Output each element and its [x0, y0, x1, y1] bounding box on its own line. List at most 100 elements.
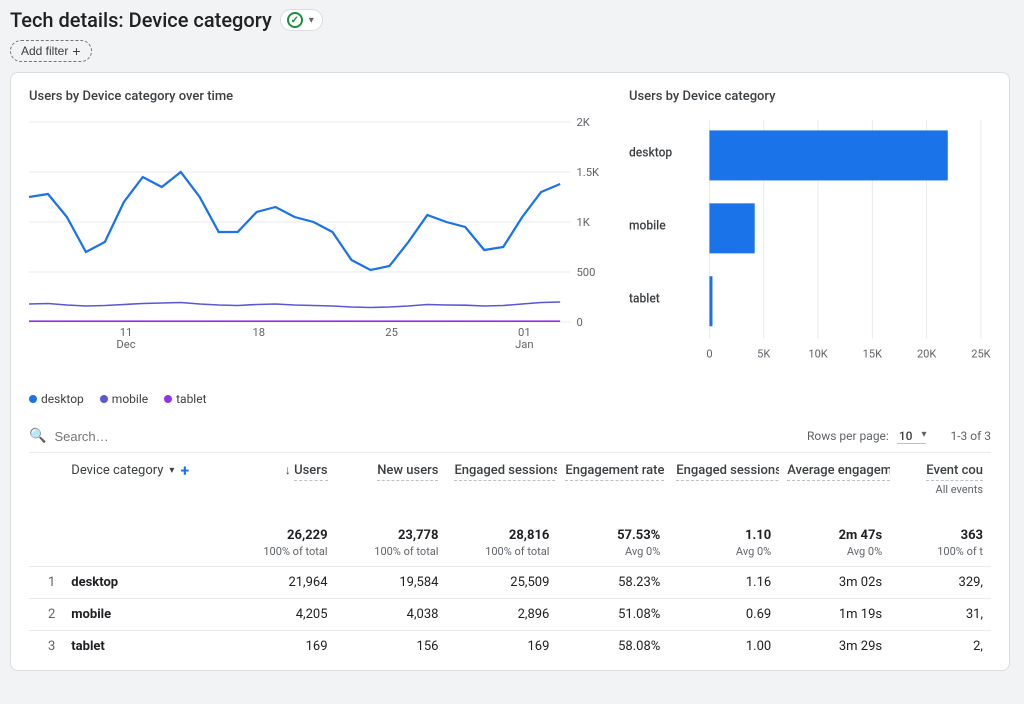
add-filter-label: Add filter [21, 44, 68, 58]
column-header-label: Users [294, 463, 327, 481]
column-header-label: Engaged sessions [454, 463, 557, 481]
total-value: 2m 47s [839, 528, 883, 543]
total-value: 28,816 [509, 528, 550, 543]
cell: 1m 19s [779, 599, 890, 631]
total-sub: 100% of total [233, 545, 328, 558]
page-title: Tech details: Device category [10, 8, 272, 32]
total-sub: 100% of total [344, 545, 439, 558]
dimension-header-label: Device category [71, 463, 163, 478]
report-card: Users by Device category over time 2K 1.… [10, 72, 1010, 671]
legend-label: desktop [41, 392, 84, 406]
cell: 4,038 [336, 599, 447, 631]
x-tick: 25K [971, 347, 991, 360]
table-row[interactable]: 1desktop21,96419,58425,50958.23%1.163m 0… [29, 567, 991, 599]
total-value: 23,778 [398, 528, 439, 543]
bar-category: desktop [629, 145, 672, 159]
pager: 1-3 of 3 [950, 429, 991, 443]
bar [709, 276, 712, 326]
column-header-label: Event cou [926, 463, 983, 481]
cell: 2, [890, 631, 991, 663]
column-header-label: Average engagement time [787, 463, 890, 481]
add-filter-button[interactable]: Add filter + [10, 40, 92, 62]
row-index: 1 [29, 567, 63, 599]
cell: 3m 02s [779, 567, 890, 599]
search-input[interactable] [54, 429, 254, 444]
rows-per-page-label: Rows per page: [807, 429, 889, 443]
x-tick: 20K [917, 347, 937, 360]
y-tick: 1K [576, 216, 589, 229]
dimension-header[interactable]: Device category ▾ + [71, 461, 216, 480]
column-header[interactable]: Engaged sessions per user [668, 453, 779, 504]
y-tick: 500 [576, 266, 595, 279]
swatch-icon [29, 395, 37, 403]
cell: 169 [446, 631, 557, 663]
plus-icon: + [72, 44, 80, 58]
x-tick: 11 [120, 326, 133, 339]
x-tick: 25 [385, 326, 398, 339]
bar-category: mobile [629, 218, 666, 232]
cell: 58.23% [557, 567, 668, 599]
column-header[interactable]: ↓ Users [225, 453, 336, 504]
legend-label: tablet [176, 392, 206, 406]
total-value: 1.10 [745, 528, 771, 543]
status-filter-pill[interactable]: ✓ ▾ [280, 9, 323, 31]
line-chart[interactable]: 2K 1.5K 1K 500 0 11 Dec 18 25 01 Jan [29, 112, 601, 362]
cell: 2,896 [446, 599, 557, 631]
column-header[interactable]: New users [336, 453, 447, 504]
table-row[interactable]: 2mobile4,2054,0382,89651.08%0.691m 19s31… [29, 599, 991, 631]
bar-category: tablet [629, 291, 660, 305]
search-icon: 🔍 [29, 428, 46, 444]
chart-legend: desktop mobile tablet [29, 392, 601, 406]
line-chart-panel: Users by Device category over time 2K 1.… [29, 89, 601, 406]
column-header[interactable]: Event couAll events [890, 453, 991, 504]
cell: 329, [890, 567, 991, 599]
bar-chart[interactable]: desktop mobile tablet 0 5K 10K 15K 20K 2… [629, 120, 991, 370]
cell: 156 [336, 631, 447, 663]
x-tick: 18 [252, 326, 265, 339]
column-header[interactable]: Engagement rate [557, 453, 668, 504]
x-tick: 0 [706, 347, 712, 360]
cell: 58.08% [557, 631, 668, 663]
cell: 0.69 [668, 599, 779, 631]
line-chart-title: Users by Device category over time [29, 89, 601, 104]
bar [709, 203, 754, 253]
rows-per-page-select[interactable]: 10 [897, 429, 927, 444]
cell: 169 [225, 631, 336, 663]
cell: 19,584 [336, 567, 447, 599]
x-tick: 01 [518, 326, 531, 339]
totals-row: 26,229100% of total 23,778100% of total … [29, 504, 991, 567]
table-controls: 🔍 Rows per page: 10 1-3 of 3 [29, 424, 991, 453]
total-sub: Avg 0% [676, 545, 771, 558]
column-header-label: Engaged sessions per user [676, 463, 779, 481]
table-row[interactable]: 3tablet16915616958.08%1.003m 29s2, [29, 631, 991, 663]
bar [709, 130, 947, 180]
cell: 25,509 [446, 567, 557, 599]
total-sub: Avg 0% [787, 545, 882, 558]
column-header[interactable]: Engaged sessions [446, 453, 557, 504]
y-tick: 1.5K [576, 166, 599, 179]
row-index: 2 [29, 599, 63, 631]
column-header-label: Engagement rate [565, 463, 664, 481]
x-tick: 5K [757, 347, 771, 360]
y-tick: 2K [576, 116, 589, 129]
search-wrap: 🔍 [29, 428, 807, 444]
chevron-down-icon: ▾ [169, 465, 174, 476]
cell: 3m 29s [779, 631, 890, 663]
x-tick: 15K [863, 347, 883, 360]
total-sub: Avg 0% [565, 545, 660, 558]
column-header[interactable]: Average engagement time [779, 453, 890, 504]
cell: 1.00 [668, 631, 779, 663]
legend-item: tablet [164, 392, 206, 406]
cell: 1.16 [668, 567, 779, 599]
y-tick: 0 [576, 316, 582, 329]
x-tick: Dec [116, 338, 135, 351]
swatch-icon [100, 395, 108, 403]
bar-chart-panel: Users by Device category desktop mobile … [629, 89, 991, 406]
x-tick: Jan [515, 338, 534, 351]
add-dimension-button[interactable]: + [180, 461, 189, 480]
cell: 21,964 [225, 567, 336, 599]
sort-arrow-icon: ↓ [285, 463, 291, 477]
swatch-icon [164, 395, 172, 403]
total-sub: 100% of total [454, 545, 549, 558]
legend-item: mobile [100, 392, 148, 406]
